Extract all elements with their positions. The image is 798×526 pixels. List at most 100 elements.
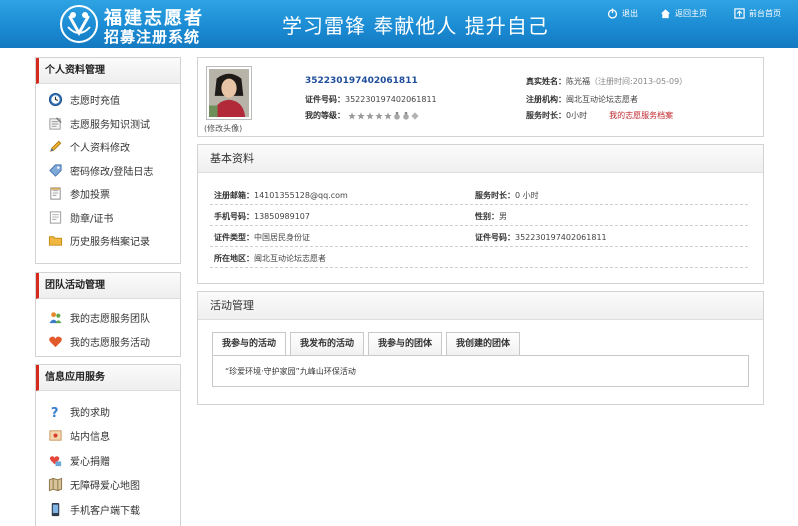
medal-icon xyxy=(393,111,401,120)
basic-info-section: 基本资料 注册邮箱：14101355128@qq.com 服务时长：0 小时 手… xyxy=(197,144,764,284)
people-icon xyxy=(49,312,62,324)
menu-donation[interactable]: 爱心捐赠 xyxy=(36,448,180,473)
change-avatar-link[interactable]: (修改头像) xyxy=(204,123,242,134)
menu-password-log[interactable]: 密码修改/登陆日志 xyxy=(36,159,180,183)
star-icon xyxy=(365,111,374,120)
menu-inbox[interactable]: 站内信息 xyxy=(36,424,180,449)
service-hours-info: 服务时长：0小时 我的志愿服务档案 xyxy=(526,110,673,121)
test-paper-icon xyxy=(49,117,62,130)
menu-mobile-download[interactable]: 手机客户端下载 xyxy=(36,497,180,522)
map-icon xyxy=(48,477,63,492)
ballot-icon xyxy=(50,187,61,200)
menu-history-archive[interactable]: 历史服务档案记录 xyxy=(36,229,180,253)
certificate-icon xyxy=(49,211,62,224)
avatar[interactable] xyxy=(206,66,252,120)
menu-label: 个人资料修改 xyxy=(70,143,130,155)
team-panel-title: 团队活动管理 xyxy=(36,273,180,299)
frontpage-icon xyxy=(734,7,745,19)
hours-label: 服务时长： xyxy=(475,191,515,200)
service-archive-link[interactable]: 我的志愿服务档案 xyxy=(609,111,673,120)
personal-menu: 志愿时充值 志愿服务知识测试 个人资料修改 密码修改/登陆日志 参加投票 勋章/… xyxy=(36,84,180,253)
basic-info-title: 基本资料 xyxy=(198,145,763,173)
top-header: 福建志愿者 招募注册系统 学习雷锋 奉献他人 提升自己 退出 返回主页 前台首页 xyxy=(0,0,798,48)
tab-published-activities[interactable]: 我发布的活动 xyxy=(290,332,365,355)
menu-label: 爱心捐赠 xyxy=(70,456,110,468)
pencil-icon xyxy=(50,140,62,153)
avatar-photo xyxy=(209,69,249,117)
menu-knowledge-test[interactable]: 志愿服务知识测试 xyxy=(36,112,180,136)
activity-section: 活动管理 我参与的活动 我发布的活动 我参与的团体 我创建的团体 “珍爱环境·守… xyxy=(197,291,764,405)
slogan: 学习雷锋 奉献他人 提升自己 xyxy=(282,14,549,38)
realname-info: 真实姓名：陈光福（注册时间:2013-05-09） xyxy=(526,76,687,87)
info-panel-title: 信息应用服务 xyxy=(36,365,180,391)
info-row: 证件类型：中国居民身份证 证件号码：352230197402061811 xyxy=(210,226,748,247)
org-value: 闽北互动论坛志愿者 xyxy=(566,95,638,104)
activity-title: 活动管理 xyxy=(198,292,763,320)
menu-my-activities[interactable]: 我的志愿服务活动 xyxy=(36,330,180,354)
volunteer-id[interactable]: 352230197402061811 xyxy=(305,76,418,86)
info-row: 手机号码：13850989107 性别：男 xyxy=(210,205,748,226)
logout-link[interactable]: 退出 xyxy=(607,6,638,20)
home-link[interactable]: 返回主页 xyxy=(660,6,707,20)
cert-type-value: 中国居民身份证 xyxy=(254,233,310,242)
activity-list: “珍爱环境·守护家园”九峰山环保活动 xyxy=(212,355,749,387)
frontpage-link[interactable]: 前台首页 xyxy=(734,6,781,20)
clock-icon xyxy=(48,93,63,107)
message-icon xyxy=(49,430,62,441)
info-panel: 信息应用服务 ? 我的求助 站内信息 爱心捐赠 无障碍爱心地图 手机客户端下载 xyxy=(35,364,181,526)
email-label: 注册邮箱： xyxy=(214,191,254,200)
cert-no-label: 证件号码： xyxy=(475,233,515,242)
menu-recharge-hours[interactable]: 志愿时充值 xyxy=(36,88,180,112)
register-time: （注册时间:2013-05-09） xyxy=(590,77,688,86)
realname-label: 真实姓名： xyxy=(526,77,566,86)
menu-label: 手机客户端下载 xyxy=(70,505,140,517)
logout-label: 退出 xyxy=(622,8,638,18)
personal-panel-title: 个人资料管理 xyxy=(36,58,180,84)
menu-label: 参加投票 xyxy=(70,190,110,202)
cert-number-info: 证件号码：352230197402061811 xyxy=(305,94,437,105)
cert-number-label: 证件号码： xyxy=(305,95,345,104)
star-icon xyxy=(356,111,365,120)
menu-medals[interactable]: 勋章/证书 xyxy=(36,206,180,230)
home-icon xyxy=(660,8,671,18)
star-icon xyxy=(383,111,392,120)
email-value: 14101355128@qq.com xyxy=(254,191,348,200)
gender-label: 性别： xyxy=(475,212,499,221)
team-menu: 我的志愿服务团队 我的志愿服务活动 xyxy=(36,299,180,353)
tab-joined-groups[interactable]: 我参与的团体 xyxy=(368,332,443,355)
svg-text:?: ? xyxy=(51,406,59,419)
folder-icon xyxy=(48,236,63,246)
phone-icon xyxy=(51,502,60,516)
menu-label: 历史服务档案记录 xyxy=(70,237,150,249)
menu-edit-profile[interactable]: 个人资料修改 xyxy=(36,135,180,159)
menu-label: 志愿时充值 xyxy=(70,96,120,108)
personal-panel: 个人资料管理 志愿时充值 志愿服务知识测试 个人资料修改 密码修改/登陆日志 参… xyxy=(35,57,181,264)
menu-label: 我的志愿服务活动 xyxy=(70,337,150,349)
menu-accessible-map[interactable]: 无障碍爱心地图 xyxy=(36,473,180,498)
menu-my-teams[interactable]: 我的志愿服务团队 xyxy=(36,306,180,330)
cert-number-value: 352230197402061811 xyxy=(345,95,437,104)
activity-tabs: 我参与的活动 我发布的活动 我参与的团体 我创建的团体 xyxy=(212,332,521,355)
level-label: 我的等级： xyxy=(305,111,345,120)
region-label: 所在地区： xyxy=(214,254,254,263)
heart-icon xyxy=(49,336,62,347)
phone-value: 13850989107 xyxy=(254,212,310,221)
service-hours-value: 0小时 xyxy=(566,111,588,120)
menu-my-help[interactable]: ? 我的求助 xyxy=(36,399,180,424)
diamond-icon xyxy=(410,111,419,120)
logo-icon xyxy=(60,5,98,43)
menu-label: 我的志愿服务团队 xyxy=(70,314,150,326)
cert-type-label: 证件类型： xyxy=(214,233,254,242)
tab-joined-activities[interactable]: 我参与的活动 xyxy=(212,332,287,355)
org-label: 注册机构： xyxy=(526,95,566,104)
activity-item[interactable]: “珍爱环境·守护家园”九峰山环保活动 xyxy=(225,366,356,377)
profile-summary: (修改头像) 352230197402061811 证件号码：352230197… xyxy=(197,57,764,137)
realname-value: 陈光福 xyxy=(566,77,590,86)
tab-created-groups[interactable]: 我创建的团体 xyxy=(446,332,521,355)
star-icon xyxy=(374,111,383,120)
menu-vote[interactable]: 参加投票 xyxy=(36,182,180,206)
brand-subtitle: 招募注册系统 xyxy=(104,28,201,46)
org-info: 注册机构：闽北互动论坛志愿者 xyxy=(526,94,638,105)
star-icon xyxy=(347,111,356,120)
gender-value: 男 xyxy=(499,212,507,221)
